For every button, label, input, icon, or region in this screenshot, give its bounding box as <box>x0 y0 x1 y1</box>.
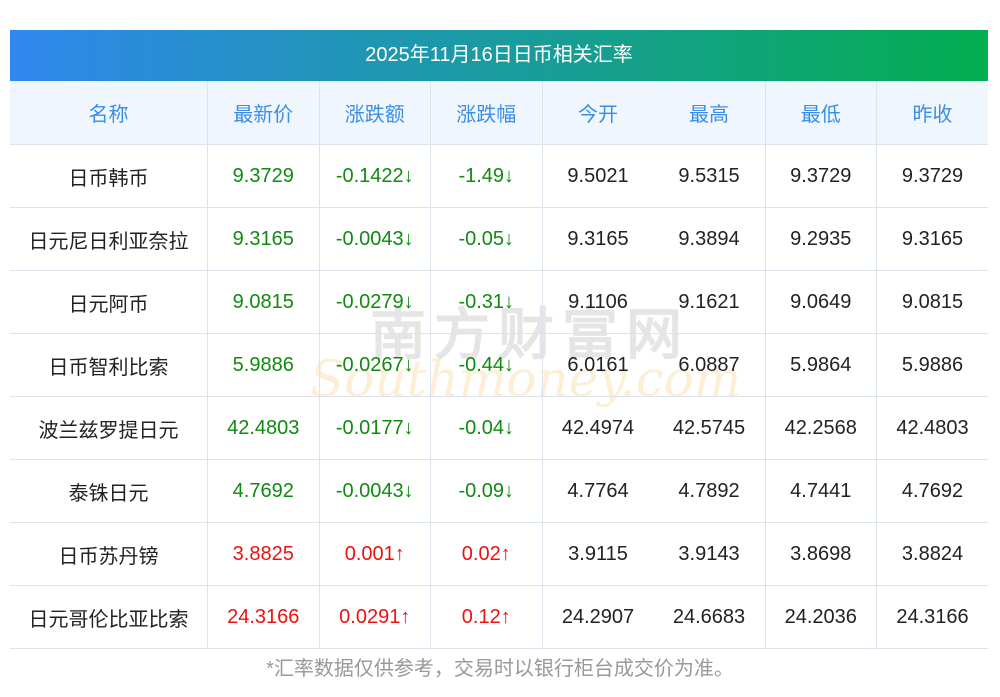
header-high: 最高 <box>653 81 765 145</box>
cell-name: 日元哥伦比亚比索 <box>10 585 208 649</box>
cell-low: 9.2935 <box>764 207 877 271</box>
cell-name: 波兰兹罗提日元 <box>10 396 208 460</box>
header-low: 最低 <box>764 81 877 145</box>
cell-change-pct: -0.05↓ <box>430 207 542 271</box>
cell-change-pct: -0.44↓ <box>430 333 542 397</box>
cell-high: 9.1621 <box>653 270 765 334</box>
cell-latest: 24.3166 <box>207 585 319 649</box>
cell-low: 24.2036 <box>764 585 877 649</box>
cell-high: 24.6683 <box>653 585 765 649</box>
cell-open: 6.0161 <box>541 333 654 397</box>
cell-change-pct: -0.09↓ <box>430 459 542 523</box>
cell-prev-close: 9.3729 <box>876 144 988 208</box>
cell-low: 3.8698 <box>764 522 877 586</box>
cell-open: 9.1106 <box>541 270 654 334</box>
header-change-pct: 涨跌幅 <box>430 81 542 145</box>
cell-open: 42.4974 <box>541 396 654 460</box>
cell-change: -0.0177↓ <box>318 396 431 460</box>
cell-low: 9.3729 <box>764 144 877 208</box>
cell-change: 0.001↑ <box>318 522 431 586</box>
cell-open: 3.9115 <box>541 522 654 586</box>
cell-high: 6.0887 <box>653 333 765 397</box>
header-name: 名称 <box>10 81 208 145</box>
header-prev-close: 昨收 <box>876 81 988 145</box>
table-row: 日币韩币 9.3729 -0.1422↓ -1.49↓ 9.5021 9.5315 9.37… <box>10 144 988 208</box>
cell-high: 9.3894 <box>653 207 765 271</box>
cell-change-pct: -1.49↓ <box>430 144 542 208</box>
cell-change: -0.0267↓ <box>318 333 431 397</box>
cell-change: -0.0279↓ <box>318 270 431 334</box>
table-title: 2025年11月16日日币相关汇率 <box>10 30 988 81</box>
cell-change-pct: -0.31↓ <box>430 270 542 334</box>
table-row: 泰铢日元 4.7692 -0.0043↓ -0.09↓ 4.7764 4.7892 4.74… <box>10 459 988 523</box>
table-row: 日元哥伦比亚比索 24.3166 0.0291↑ 0.12↑ 24.2907 24.668… <box>10 585 988 649</box>
cell-open: 9.5021 <box>541 144 654 208</box>
cell-prev-close: 9.0815 <box>876 270 988 334</box>
cell-latest: 42.4803 <box>207 396 319 460</box>
cell-prev-close: 42.4803 <box>876 396 988 460</box>
header-open: 今开 <box>541 81 654 145</box>
table-row: 日元阿币 9.0815 -0.0279↓ -0.31↓ 9.1106 9.1621 9.06… <box>10 270 988 334</box>
cell-change-pct: 0.12↑ <box>430 585 542 649</box>
cell-change: -0.0043↓ <box>318 459 431 523</box>
footnote: *汇率数据仅供参考，交易时以银行柜台成交价为准。 <box>266 658 734 680</box>
cell-high: 42.5745 <box>653 396 765 460</box>
cell-name: 日币苏丹镑 <box>10 522 208 586</box>
cell-prev-close: 3.8824 <box>876 522 988 586</box>
header-latest: 最新价 <box>207 81 319 145</box>
cell-name: 日币智利比索 <box>10 333 208 397</box>
cell-change-pct: -0.04↓ <box>430 396 542 460</box>
cell-name: 日币韩币 <box>10 144 208 208</box>
cell-prev-close: 5.9886 <box>876 333 988 397</box>
cell-low: 42.2568 <box>764 396 877 460</box>
cell-prev-close: 24.3166 <box>876 585 988 649</box>
header-change: 涨跌额 <box>318 81 431 145</box>
cell-change: -0.0043↓ <box>318 207 431 271</box>
cell-name: 日元阿币 <box>10 270 208 334</box>
cell-prev-close: 4.7692 <box>876 459 988 523</box>
cell-low: 9.0649 <box>764 270 877 334</box>
cell-latest: 5.9886 <box>207 333 319 397</box>
cell-high: 9.5315 <box>653 144 765 208</box>
cell-latest: 9.0815 <box>207 270 319 334</box>
table-row: 日元尼日利亚奈拉 9.3165 -0.0043↓ -0.05↓ 9.3165 9.3894… <box>10 207 988 271</box>
cell-change: 0.0291↑ <box>318 585 431 649</box>
cell-high: 4.7892 <box>653 459 765 523</box>
table-row: 波兰兹罗提日元 42.4803 -0.0177↓ -0.04↓ 42.4974 42.57… <box>10 396 988 460</box>
cell-latest: 4.7692 <box>207 459 319 523</box>
cell-prev-close: 9.3165 <box>876 207 988 271</box>
cell-open: 9.3165 <box>541 207 654 271</box>
cell-change-pct: 0.02↑ <box>430 522 542 586</box>
cell-low: 4.7441 <box>764 459 877 523</box>
exchange-rate-table: 名称 最新价 涨跌额 涨跌幅 今开 最高 最低 昨收 日币韩币 9.3729 -0.… <box>10 81 988 649</box>
table-row: 日币智利比索 5.9886 -0.0267↓ -0.44↓ 6.0161 6.0887 5.… <box>10 333 988 397</box>
table-header-row: 名称 最新价 涨跌额 涨跌幅 今开 最高 最低 昨收 <box>10 81 988 145</box>
cell-latest: 9.3165 <box>207 207 319 271</box>
cell-latest: 3.8825 <box>207 522 319 586</box>
cell-open: 24.2907 <box>541 585 654 649</box>
cell-low: 5.9864 <box>764 333 877 397</box>
cell-name: 泰铢日元 <box>10 459 208 523</box>
cell-open: 4.7764 <box>541 459 654 523</box>
table-row: 日币苏丹镑 3.8825 0.001↑ 0.02↑ 3.9115 3.9143 3.8698… <box>10 522 988 586</box>
cell-latest: 9.3729 <box>207 144 319 208</box>
cell-name: 日元尼日利亚奈拉 <box>10 207 208 271</box>
cell-change: -0.1422↓ <box>318 144 431 208</box>
cell-high: 3.9143 <box>653 522 765 586</box>
